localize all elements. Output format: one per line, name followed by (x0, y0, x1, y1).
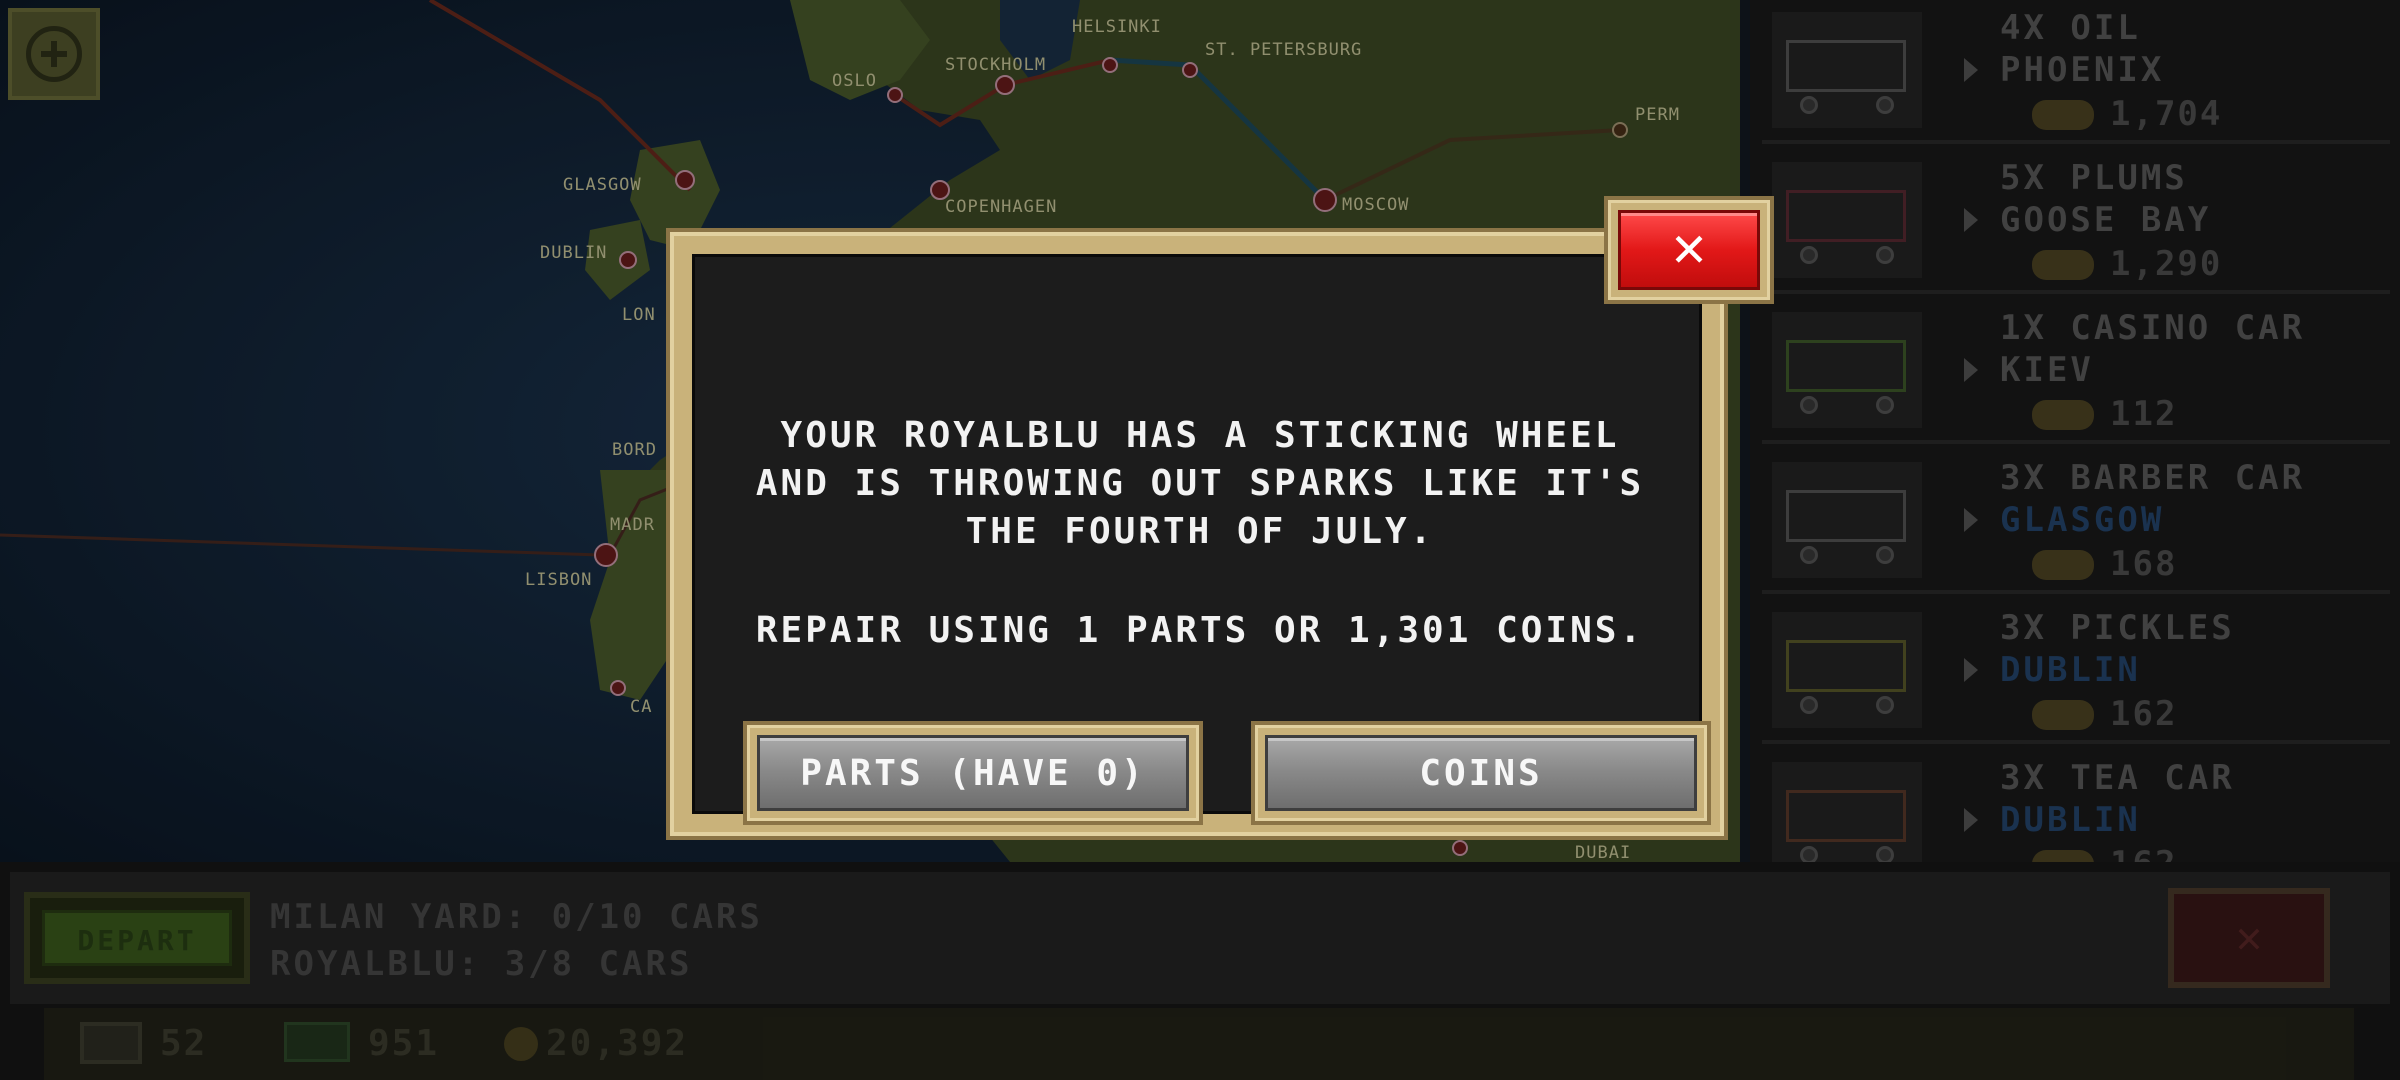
coins-button-frame: COINS (1251, 721, 1711, 825)
repair-with-parts-button[interactable]: PARTS (HAVE 0) (757, 735, 1189, 811)
parts-button-frame: PARTS (HAVE 0) (743, 721, 1203, 825)
repair-with-coins-button[interactable]: COINS (1265, 735, 1697, 811)
dialog-message: YOUR ROYALBLU HAS A STICKING WHEEL AND I… (755, 415, 1645, 552)
repair-cost-text: REPAIR USING 1 PARTS OR 1,301 COINS. (755, 610, 1645, 651)
close-icon[interactable]: ✕ (1618, 210, 1760, 290)
dialog-close-frame: ✕ (1604, 196, 1774, 304)
dialog-body: YOUR ROYALBLU HAS A STICKING WHEEL AND I… (692, 254, 1711, 825)
repair-dialog: YOUR ROYALBLU HAS A STICKING WHEEL AND I… (666, 228, 1728, 840)
